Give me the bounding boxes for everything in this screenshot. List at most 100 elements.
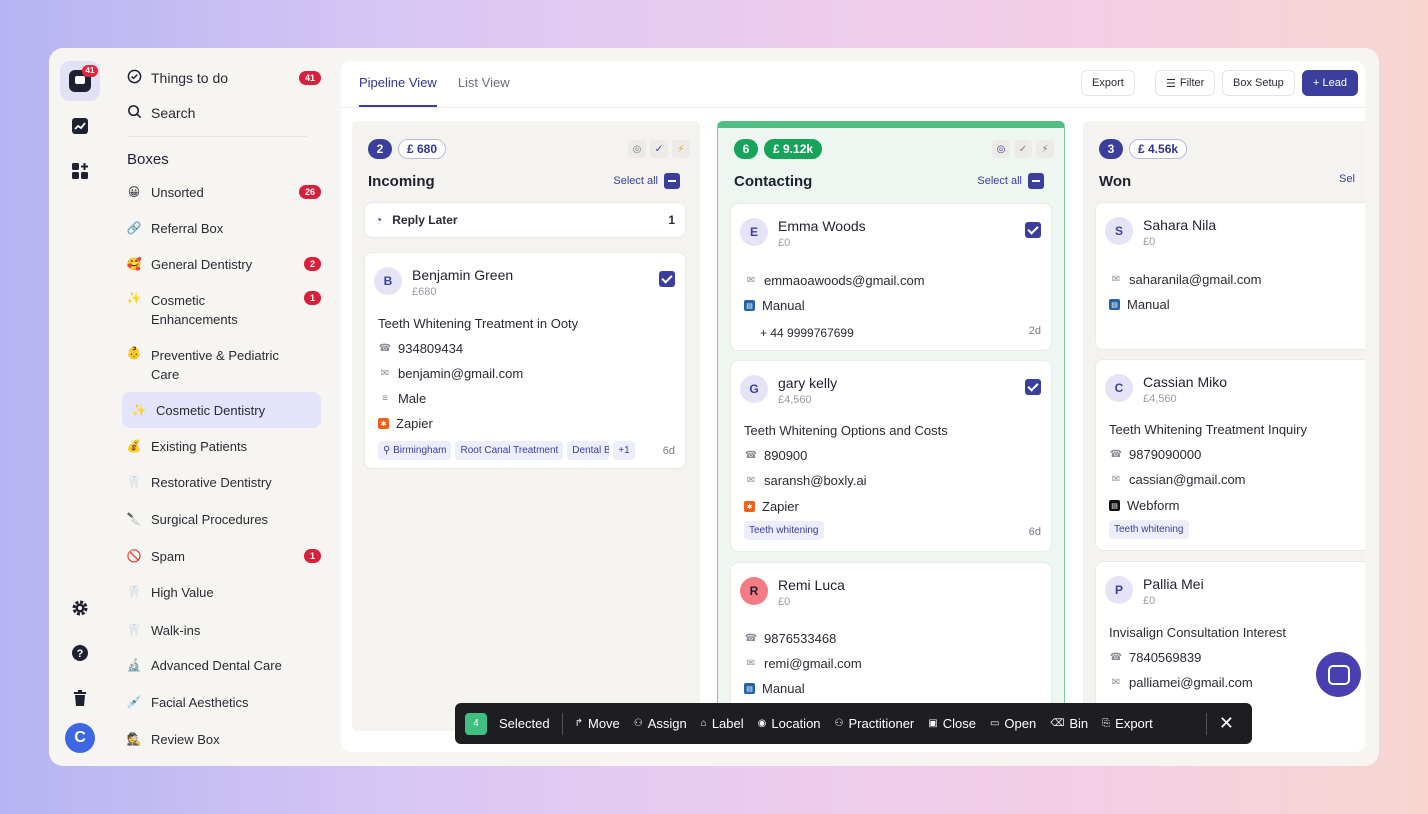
- header-divider: [341, 107, 1365, 108]
- filter-label: Filter: [1179, 77, 1205, 89]
- lead-avatar: R: [740, 577, 768, 605]
- sidebar-item-restorative-dentistry[interactable]: 🦷 Restorative Dentistry: [125, 472, 321, 492]
- tab-list-view[interactable]: List View: [458, 61, 510, 107]
- sidebar-item-facial-aesthetics[interactable]: 💉 Facial Aesthetics: [125, 692, 321, 712]
- more-tags-badge[interactable]: +1: [613, 441, 635, 460]
- lead-name: Emma Woods: [778, 218, 866, 234]
- mail-icon: ✉: [746, 275, 756, 286]
- lead-avatar: S: [1105, 217, 1133, 245]
- sidebar-item-unsorted[interactable]: 😀 Unsorted 26: [125, 182, 321, 202]
- sidebar-item-label: Cosmetic Enhancements: [151, 293, 238, 327]
- count-badge: 1: [303, 291, 321, 305]
- apps-button[interactable]: [60, 151, 100, 191]
- sidebar-item-walk-ins[interactable]: 🦷 Walk-ins: [125, 620, 321, 640]
- sidebar-item-existing-patients[interactable]: 💰 Existing Patients: [125, 436, 321, 456]
- lightning-icon[interactable]: ⚡: [672, 140, 690, 158]
- lead-card[interactable]: B Benjamin Green £680 Teeth Whitening Tr…: [364, 252, 686, 469]
- filter-button[interactable]: ☰ Filter: [1155, 70, 1216, 96]
- select-all-toggle[interactable]: Sel: [1339, 173, 1355, 185]
- sidebar: Things to do 41 Search Boxes 😀 Unsorted 26…: [121, 48, 331, 766]
- lead-email-row: ✉ saransh@boxly.ai: [744, 473, 867, 488]
- sidebar-item-spam[interactable]: 🚫 Spam 1: [125, 546, 321, 566]
- check-circle-icon[interactable]: ✓: [1014, 140, 1032, 158]
- column-title: Won: [1099, 173, 1132, 190]
- lead-age: 6d: [1028, 526, 1041, 538]
- move-button[interactable]: ↱ Move: [575, 716, 620, 731]
- target-icon[interactable]: ◎: [992, 140, 1010, 158]
- sidebar-item-cosmetic-dentistry[interactable]: ✨ Cosmetic Dentistry: [122, 392, 321, 428]
- user-avatar[interactable]: C: [65, 723, 95, 753]
- mail-icon: ✉: [746, 475, 756, 486]
- sidebar-item-preventive-pediatric[interactable]: 👶 Preventive & Pediatric Care: [125, 346, 321, 384]
- chat-launcher-button[interactable]: [1316, 652, 1361, 697]
- lead-card[interactable]: E Emma Woods £0 ✉ emmaoawoods@gmail.com ▤…: [730, 203, 1052, 351]
- lead-avatar: E: [740, 218, 768, 246]
- tag[interactable]: Teeth whitening: [1109, 520, 1189, 539]
- lead-checkbox[interactable]: [659, 271, 675, 287]
- sidebar-item-things-to-do[interactable]: Things to do 41: [125, 68, 321, 88]
- pipeline-column-incoming: 2 £ 680 ◎ ✓ ⚡ Incoming Select all ◔ Reply L…: [352, 121, 700, 731]
- sidebar-item-review-box[interactable]: 🕵 Review Box: [125, 729, 321, 749]
- lead-value: £0: [778, 237, 791, 249]
- sidebar-item-label: Things to do: [151, 69, 229, 86]
- label-button[interactable]: ⌂ Label: [701, 716, 744, 731]
- location-button[interactable]: ◉ Location: [758, 716, 821, 731]
- lead-checkbox[interactable]: [1025, 222, 1041, 238]
- select-all-toggle[interactable]: Select all: [613, 173, 680, 189]
- close-leads-button[interactable]: ▣ Close: [928, 716, 976, 731]
- check-circle-icon[interactable]: ✓: [650, 140, 668, 158]
- lead-checkbox[interactable]: [1025, 379, 1041, 395]
- sidebar-item-referral-box[interactable]: 🔗 Referral Box: [125, 218, 321, 238]
- sidebar-item-surgical-procedures[interactable]: 🔪 Surgical Procedures: [125, 509, 321, 529]
- tag[interactable]: Root Canal Treatment: [455, 441, 564, 460]
- trash-button[interactable]: [60, 678, 100, 718]
- export-leads-button[interactable]: ⎘ Export: [1102, 716, 1153, 731]
- help-button[interactable]: ?: [60, 633, 100, 673]
- assign-button[interactable]: ⚇ Assign: [634, 716, 687, 731]
- bin-button[interactable]: ⌫ Bin: [1050, 716, 1088, 731]
- target-icon[interactable]: ◎: [628, 140, 646, 158]
- close-icon[interactable]: ✕: [1219, 713, 1234, 734]
- manual-source-icon: ▤: [744, 683, 755, 694]
- todo-count-badge: 41: [298, 71, 321, 85]
- tag[interactable]: Dental B: [567, 441, 610, 460]
- inbox-logo-button[interactable]: 41: [60, 61, 100, 101]
- lead-tags: Teeth whitening: [1109, 520, 1189, 539]
- lead-source: Manual: [1127, 297, 1170, 312]
- sidebar-item-general-dentistry[interactable]: 🥰 General Dentistry 2: [125, 254, 321, 274]
- analytics-button[interactable]: [60, 106, 100, 146]
- select-all-label: Select all: [613, 175, 658, 187]
- sidebar-item-search[interactable]: Search: [125, 103, 321, 123]
- sidebar-item-advanced-dental-care[interactable]: 🔬 Advanced Dental Care: [125, 655, 321, 675]
- tag-location[interactable]: ⚲ Birmingham: [378, 441, 452, 460]
- sidebar-item-label: Preventive & Pediatric Care: [151, 348, 279, 382]
- action-label: Practitioner: [848, 716, 915, 731]
- sidebar-item-label: Surgical Procedures: [151, 511, 269, 527]
- lead-email-row: ✉ benjamin@gmail.com: [378, 366, 523, 381]
- lead-card[interactable]: S Sahara Nila £0 ✉ saharanila@gmail.com ▤…: [1095, 202, 1365, 350]
- lead-source: Zapier: [762, 499, 799, 514]
- lead-avatar: G: [740, 375, 768, 403]
- pin-icon: ⚲: [383, 445, 394, 456]
- export-button[interactable]: Export: [1081, 70, 1135, 96]
- sidebar-item-label: High Value: [151, 584, 214, 600]
- sidebar-item-high-value[interactable]: 🦷 High Value: [125, 582, 321, 602]
- box-setup-button[interactable]: Box Setup: [1222, 70, 1295, 96]
- add-lead-button[interactable]: + Lead: [1302, 70, 1358, 96]
- lead-source: Zapier: [396, 416, 433, 431]
- practitioner-button[interactable]: ⚇ Practitioner: [835, 716, 915, 731]
- lead-card[interactable]: C Cassian Miko £4,560 Teeth Whitening Tr…: [1095, 359, 1365, 551]
- zapier-icon: ✱: [744, 501, 755, 512]
- lead-card[interactable]: G gary kelly £4,560 Teeth Whitening Opti…: [730, 360, 1052, 552]
- select-all-toggle[interactable]: Select all: [977, 173, 1044, 189]
- box-emoji-icon: 💉: [126, 695, 142, 709]
- lead-name: Remi Luca: [778, 577, 845, 593]
- open-leads-button[interactable]: ▭ Open: [990, 716, 1036, 731]
- lead-phone-row: ☎ 9879090000: [1109, 447, 1202, 462]
- settings-button[interactable]: [60, 588, 100, 628]
- lightning-icon[interactable]: ⚡: [1036, 140, 1054, 158]
- sidebar-item-cosmetic-enhancements[interactable]: ✨ Cosmetic Enhancements 1: [125, 291, 321, 329]
- reply-later-group[interactable]: ◔ Reply Later 1: [364, 202, 686, 238]
- tag[interactable]: Teeth whitening: [744, 521, 824, 540]
- tab-pipeline-view[interactable]: Pipeline View: [359, 61, 437, 107]
